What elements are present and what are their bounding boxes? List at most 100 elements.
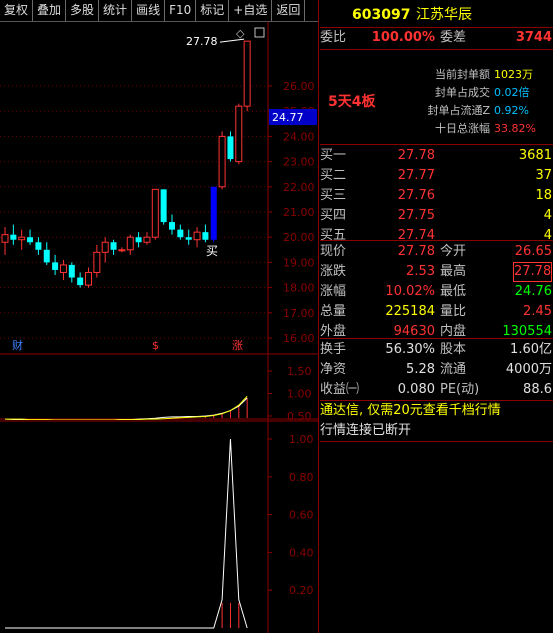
candle-body <box>193 231 201 241</box>
indicator-chart[interactable]: 1.00 0.80 0.60 0.40 0.20 <box>0 420 318 633</box>
candle-body <box>59 264 67 273</box>
price-tick-label: 17.00 <box>283 307 315 320</box>
seal-row: 封单占成交 0.02倍 <box>320 84 553 102</box>
quote-value: 225184 <box>385 304 435 319</box>
price-tick-label: 22.00 <box>283 181 315 194</box>
seal-label: 封单占成交 <box>435 86 490 99</box>
divider <box>320 49 553 50</box>
bid-volume: 4 <box>543 208 552 223</box>
vol-series-line <box>5 395 248 420</box>
restore-rights-button[interactable]: 复权 <box>0 0 34 21</box>
diamond-icon: ◇ <box>236 27 245 40</box>
price-tick-label: 26.00 <box>283 80 315 93</box>
event-marker-finance: 财 <box>12 338 23 352</box>
bid-price: 27.77 <box>397 168 435 183</box>
event-marker-dollar: $ <box>152 339 159 352</box>
bid-row[interactable]: 买四 27.75 4 <box>320 206 553 226</box>
bid-volume: 3681 <box>518 148 552 163</box>
vol-tick-label: 0.50 <box>287 410 312 420</box>
weibi-label: 委比 <box>320 30 347 45</box>
fund-label: 收益㈠ <box>320 382 360 397</box>
weibi-value: 100.00% <box>371 30 435 45</box>
stock-header: 603097 江苏华辰 <box>320 4 553 26</box>
bid-price: 27.75 <box>397 208 435 223</box>
candle-body <box>101 241 109 253</box>
candle-body <box>85 271 92 286</box>
overlay-button[interactable]: 叠加 <box>33 0 67 21</box>
mark-button[interactable]: 标记 <box>196 0 230 21</box>
quote-value: 94630 <box>393 324 435 339</box>
bid-row[interactable]: 买三 27.76 18 <box>320 186 553 206</box>
quote-label: 涨幅 <box>320 284 347 299</box>
weibi-row: 委比 100.00% 委差 3744 <box>320 28 553 48</box>
statistics-button[interactable]: 统计 <box>99 0 133 21</box>
candle-body <box>235 105 243 163</box>
multi-stock-button[interactable]: 多股 <box>66 0 100 21</box>
candle-body <box>52 262 59 270</box>
ind-tick-label: 0.60 <box>289 509 314 522</box>
ind-tick-label: 1.00 <box>289 433 314 446</box>
quote-value: 130554 <box>502 324 552 339</box>
candle-body <box>110 242 117 250</box>
quote-label: 总量 <box>320 304 347 319</box>
candle-body <box>185 237 192 240</box>
quote-label: 现价 <box>320 244 347 259</box>
price-tick-label: 21.00 <box>283 206 315 219</box>
ind-tick-label: 0.80 <box>289 471 314 484</box>
draw-line-button[interactable]: 画线 <box>132 0 166 21</box>
quote-label: 外盘 <box>320 324 347 339</box>
candle-body <box>35 242 42 250</box>
seal-row: 当前封单额 1023万 <box>320 66 553 84</box>
quote-value: 2.53 <box>406 264 435 279</box>
divider <box>320 144 553 145</box>
fund-value: 5.28 <box>406 362 435 377</box>
candle-body <box>77 277 84 286</box>
quote-label: 涨跌 <box>320 264 347 279</box>
buy-annotation: 买 <box>206 244 218 258</box>
seal-value: 0.92% <box>494 104 529 117</box>
candle-body <box>160 189 167 223</box>
price-tick-label: 24.00 <box>283 130 315 143</box>
quote-label: 量比 <box>440 304 467 319</box>
vol-tick-label: 1.50 <box>287 365 312 378</box>
back-button[interactable]: 返回 <box>272 0 306 21</box>
fund-label: PE(动) <box>440 382 480 397</box>
quote-label: 内盘 <box>440 324 467 339</box>
fund-value: 4000万 <box>505 362 552 377</box>
fund-value: 0.080 <box>397 382 435 397</box>
seal-value: 33.82% <box>494 122 536 135</box>
seal-value: 0.02倍 <box>494 86 530 99</box>
upgrade-notice[interactable]: 通达信, 仅需20元查看千档行情 <box>320 401 553 421</box>
current-price-label: 24.77 <box>272 111 304 124</box>
fund-label: 股本 <box>440 342 467 357</box>
vol-series-line <box>4 397 248 420</box>
price-chart[interactable]: 26.0025.0024.0023.0022.0021.0020.0019.00… <box>0 22 318 355</box>
add-watchlist-button[interactable]: +自选 <box>229 0 273 21</box>
f10-button[interactable]: F10 <box>165 0 197 21</box>
quote-row: 现价 27.78 今开 26.65 <box>320 242 553 262</box>
quote-row: 外盘 94630 内盘 130554 <box>320 322 553 342</box>
candle-body <box>10 234 17 240</box>
candle-body <box>243 40 251 107</box>
bid-price: 27.78 <box>397 148 435 163</box>
price-tick-label: 19.00 <box>283 256 315 269</box>
quote-panel: 603097 江苏华辰 委比 100.00% 委差 3744 5天4板 当前封单… <box>320 0 553 633</box>
seal-row: 封单占流通Z 0.92% <box>320 102 553 120</box>
bid-label: 买二 <box>320 168 347 183</box>
chart-panel-divider <box>318 0 319 633</box>
seal-label: 封单占流通Z <box>427 104 490 117</box>
volume-ratio-chart[interactable]: 1.50 1.00 0.50 <box>0 355 318 420</box>
quote-value: 27.78 <box>397 244 435 259</box>
candle-body <box>151 188 159 238</box>
seal-label: 十日总涨幅 <box>435 122 490 135</box>
bid-row[interactable]: 买二 27.77 37 <box>320 166 553 186</box>
quote-value: 24.76 <box>514 284 552 299</box>
weicha-label: 委差 <box>440 30 467 45</box>
quote-row: 总量 225184 量比 2.45 <box>320 302 553 322</box>
bid-row[interactable]: 买一 27.78 3681 <box>320 146 553 166</box>
candle-body <box>202 232 209 240</box>
candle-body <box>18 236 26 241</box>
candle-body <box>27 237 34 243</box>
price-tick-label: 20.00 <box>283 231 315 244</box>
candle-body <box>169 222 175 230</box>
